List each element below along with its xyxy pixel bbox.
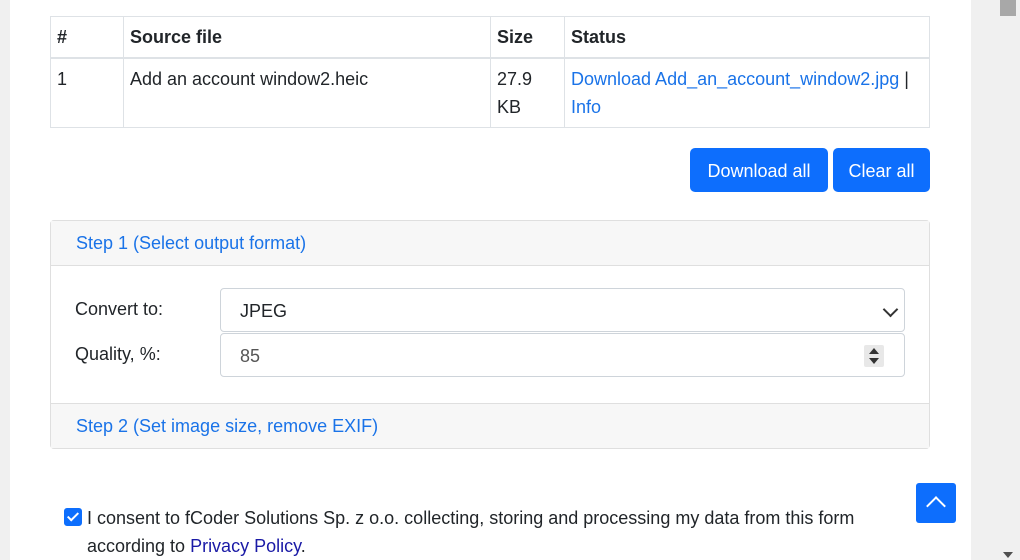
consent-end: . [300,536,306,556]
chevron-up-icon [926,496,946,516]
format-select-value: JPEG [240,301,288,321]
consent-checkbox[interactable] [64,508,82,526]
quality-value: 85 [240,346,261,366]
column-header-source-file: Source file [123,16,491,59]
consent-text: I consent to fCoder Solutions Sp. z o.o.… [64,504,914,560]
step1-header[interactable]: Step 1 (Select output format) [51,221,929,266]
step1-panel: Convert to: JPEG Quality, %: 85 [51,266,929,404]
stepper-down-icon[interactable] [869,358,879,364]
consent-row: I consent to fCoder Solutions Sp. z o.o.… [64,504,914,560]
chevron-down-icon [882,301,899,318]
cell-source-file: Add an account window2.heic [123,57,491,128]
scrollbar-thumb[interactable] [1000,0,1016,16]
conversion-accordion: Step 1 (Select output format) Convert to… [50,220,930,449]
table-row: 1 Add an account window2.heic 27.9 KB Do… [50,57,930,128]
format-select[interactable]: JPEG [220,288,905,332]
column-header-number: # [50,16,124,59]
table-header-row: # Source file Size Status [50,16,930,59]
cell-size: 27.9 KB [490,57,565,128]
cell-status: Download Add_an_account_window2.jpg | In… [564,57,930,128]
privacy-policy-link[interactable]: Privacy Policy [190,536,301,556]
cell-number: 1 [50,57,124,128]
quality-stepper[interactable] [864,345,884,367]
quality-label: Quality, %: [75,344,161,364]
step2-header[interactable]: Step 2 (Set image size, remove EXIF) [51,404,929,448]
download-all-button[interactable]: Download all [690,148,828,192]
page: # Source file Size Status 1 Add an accou… [10,0,971,560]
quality-input[interactable]: 85 [220,333,905,377]
clear-all-button[interactable]: Clear all [833,148,930,192]
scroll-to-top-button[interactable] [916,483,956,523]
download-file-link[interactable]: Download Add_an_account_window2.jpg [571,69,899,89]
vertical-scrollbar[interactable] [998,0,1020,560]
column-header-size: Size [490,16,565,59]
files-table: # Source file Size Status 1 Add an accou… [50,16,930,128]
scroll-down-arrow-icon[interactable] [1003,552,1013,558]
column-header-status: Status [564,16,930,59]
info-link[interactable]: Info [571,97,601,117]
stepper-up-icon[interactable] [869,348,879,354]
convert-to-label: Convert to: [75,299,164,319]
status-separator: | [904,69,909,89]
